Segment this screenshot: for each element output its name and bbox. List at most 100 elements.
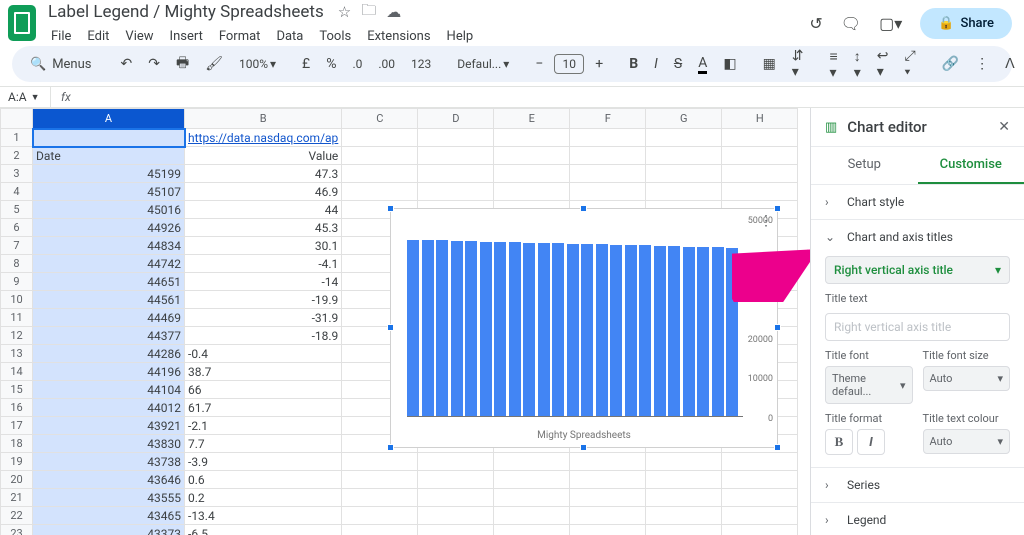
valign-button[interactable]: ↕ ▾	[849, 44, 866, 85]
font-size-dec[interactable]: −	[530, 52, 548, 76]
chart-ytick: 30000	[748, 295, 773, 305]
history-icon[interactable]: ↺	[809, 14, 822, 33]
column-header[interactable]: F	[570, 109, 646, 129]
print-button[interactable]: 🖶	[171, 48, 194, 80]
chart-bar	[567, 244, 579, 416]
strike-button[interactable]: S	[669, 52, 687, 76]
row-header[interactable]: 20	[1, 471, 33, 489]
toolbar-collapse-icon[interactable]: ᐱ	[1000, 52, 1020, 76]
halign-button[interactable]: ≡ ▾	[825, 44, 843, 85]
row-header[interactable]: 12	[1, 327, 33, 345]
axis-title-selector[interactable]: Right vertical axis title▾	[825, 256, 1010, 284]
document-title[interactable]: Label Legend / Mighty Spreadsheets	[44, 1, 328, 23]
meet-icon[interactable]: ▢▾	[879, 14, 902, 33]
sheets-logo-icon[interactable]	[8, 5, 36, 41]
chart-ytick: 10000	[748, 374, 773, 384]
column-header[interactable]: D	[418, 109, 494, 129]
menu-tools[interactable]: Tools	[312, 26, 358, 47]
row-header[interactable]: 14	[1, 363, 33, 381]
name-box[interactable]: A:A▼	[0, 90, 50, 104]
increase-decimal[interactable]: .00	[373, 53, 400, 75]
section-chart-axis-titles[interactable]: ⌄ Chart and axis titles	[811, 220, 1024, 254]
zoom-select[interactable]: 100% ▾	[234, 53, 281, 75]
chart-object[interactable]: ⋮ Mighty Spreadsheets 010000200003000040…	[390, 208, 778, 448]
cloud-status-icon[interactable]: ☁	[386, 3, 401, 21]
chart-bar	[509, 242, 521, 416]
star-icon[interactable]: ☆	[338, 3, 351, 21]
title-font-select[interactable]: Theme defaul...▾	[825, 366, 913, 404]
column-header[interactable]: A	[33, 109, 185, 129]
row-header[interactable]: 8	[1, 255, 33, 273]
chart-editor-panel: ▥ Chart editor ✕ Setup Customise › Chart…	[810, 108, 1024, 535]
move-icon[interactable]: 🗀	[361, 0, 376, 25]
tab-customise[interactable]: Customise	[918, 147, 1024, 184]
comments-icon[interactable]: 🗨	[841, 14, 861, 33]
column-header[interactable]: H	[722, 109, 798, 129]
merge-button[interactable]: ⇵ ▾	[787, 44, 809, 84]
title-italic-button[interactable]: I	[857, 429, 885, 455]
row-header[interactable]: 16	[1, 399, 33, 417]
row-header[interactable]: 17	[1, 417, 33, 435]
menu-file[interactable]: File	[44, 26, 78, 47]
tab-setup[interactable]: Setup	[811, 147, 918, 184]
row-header[interactable]: 1	[1, 129, 33, 147]
fill-color-button[interactable]: ◧	[718, 52, 741, 76]
menu-format[interactable]: Format	[212, 26, 268, 47]
row-header[interactable]: 19	[1, 453, 33, 471]
row-header[interactable]: 18	[1, 435, 33, 453]
toolbar-overflow[interactable]: ⋮	[970, 52, 994, 76]
menu-view[interactable]: View	[118, 26, 160, 47]
row-header[interactable]: 5	[1, 201, 33, 219]
row-header[interactable]: 13	[1, 345, 33, 363]
title-bold-button[interactable]: B	[825, 429, 853, 455]
menu-insert[interactable]: Insert	[163, 26, 210, 47]
link-button[interactable]: 🔗	[937, 52, 964, 76]
more-formats[interactable]: 123	[406, 53, 436, 75]
menu-edit[interactable]: Edit	[80, 26, 116, 47]
text-color-button[interactable]: A	[693, 51, 712, 78]
row-header[interactable]: 4	[1, 183, 33, 201]
section-series[interactable]: ›Series	[811, 468, 1024, 502]
row-header[interactable]: 9	[1, 273, 33, 291]
column-header[interactable]: C	[342, 109, 418, 129]
menu-data[interactable]: Data	[269, 26, 310, 47]
title-size-select[interactable]: Auto▾	[923, 366, 1011, 391]
section-legend[interactable]: ›Legend	[811, 503, 1024, 535]
font-size-inc[interactable]: +	[590, 52, 608, 76]
undo-button[interactable]: ↶	[116, 52, 138, 76]
redo-button[interactable]: ↷	[143, 52, 165, 76]
row-header[interactable]: 11	[1, 309, 33, 327]
row-header[interactable]: 22	[1, 507, 33, 525]
menu-extensions[interactable]: Extensions	[360, 26, 437, 47]
column-header[interactable]: E	[494, 109, 570, 129]
percent-button[interactable]: %	[321, 52, 341, 76]
row-header[interactable]: 7	[1, 237, 33, 255]
wrap-button[interactable]: ↩ ▾	[872, 44, 894, 84]
column-header[interactable]: B	[185, 109, 342, 129]
search-menus[interactable]: 🔍 Menus	[22, 53, 100, 76]
row-header[interactable]: 15	[1, 381, 33, 399]
paint-format-button[interactable]: 🖌	[200, 52, 228, 76]
font-size-input[interactable]: 10	[554, 54, 584, 74]
share-button[interactable]: 🔒 Share	[920, 8, 1012, 39]
title-text-input[interactable]: Right vertical axis title	[825, 313, 1010, 341]
borders-button[interactable]: ▦	[758, 52, 781, 76]
italic-button[interactable]: I	[649, 52, 663, 76]
rotate-button[interactable]: ⤢ ▾	[899, 44, 920, 84]
title-color-select[interactable]: Auto▾	[923, 429, 1011, 454]
chevron-down-icon: ▾	[995, 263, 1001, 277]
decrease-decimal[interactable]: .0	[347, 53, 367, 75]
row-header[interactable]: 3	[1, 165, 33, 183]
row-header[interactable]: 23	[1, 525, 33, 535]
currency-button[interactable]: £	[297, 52, 315, 76]
row-header[interactable]: 21	[1, 489, 33, 507]
row-header[interactable]: 6	[1, 219, 33, 237]
font-select[interactable]: Defaul... ▾	[452, 53, 514, 75]
bold-button[interactable]: B	[624, 52, 643, 76]
menu-help[interactable]: Help	[440, 26, 481, 47]
column-header[interactable]: G	[646, 109, 722, 129]
section-chart-style[interactable]: › Chart style	[811, 185, 1024, 219]
row-header[interactable]: 10	[1, 291, 33, 309]
close-icon[interactable]: ✕	[998, 119, 1010, 135]
row-header[interactable]: 2	[1, 147, 33, 165]
